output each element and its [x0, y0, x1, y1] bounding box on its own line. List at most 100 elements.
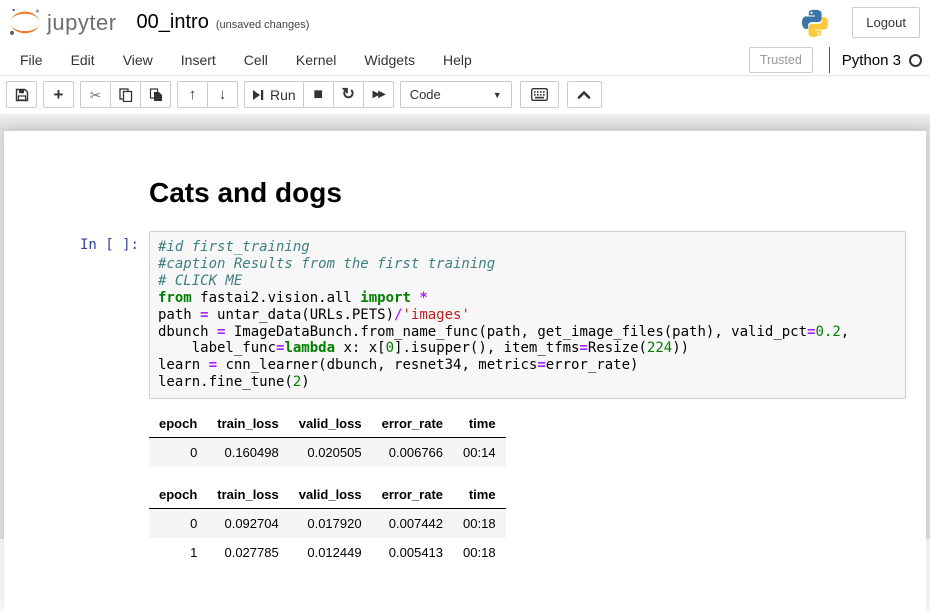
- scroll-up-button[interactable]: [567, 81, 602, 108]
- interrupt-kernel-button[interactable]: ■: [303, 81, 334, 108]
- arrow-up-icon: ↑: [189, 87, 197, 102]
- epoch-metrics-table: epochtrain_lossvalid_losserror_ratetime0…: [149, 481, 506, 567]
- table-cell: 0: [149, 509, 207, 539]
- restart-icon: ↻: [341, 87, 354, 103]
- table-cell: 0.020505: [289, 438, 372, 468]
- code-token: 0: [386, 340, 394, 356]
- jupyter-logo[interactable]: jupyter: [8, 7, 117, 38]
- notebook-site: Cats and dogs In [ ]: #id first_training…: [0, 114, 930, 539]
- save-button[interactable]: [6, 81, 37, 108]
- code-token: learn.fine_tune(: [158, 374, 293, 390]
- kernel-divider: [829, 47, 830, 73]
- markdown-cell-prompt: [24, 163, 149, 217]
- code-token: lambda: [284, 340, 335, 356]
- code-token: error_rate): [546, 357, 639, 373]
- markdown-cell[interactable]: Cats and dogs: [19, 158, 911, 222]
- cut-cell-button[interactable]: ✂: [80, 81, 111, 108]
- code-token: fastai2.vision.all: [192, 290, 361, 306]
- code-token: ): [301, 374, 309, 390]
- code-line: dbunch = ImageDataBunch.from_name_func(p…: [158, 324, 897, 341]
- code-line: #caption Results from the first training: [158, 256, 897, 273]
- menu-item-insert[interactable]: Insert: [167, 46, 230, 74]
- menu-item-file[interactable]: File: [6, 46, 57, 74]
- restart-run-all-button[interactable]: ▶▶: [363, 81, 394, 108]
- code-token: 'images': [402, 307, 469, 323]
- cell-type-value: Code: [410, 87, 441, 102]
- notebook-container: Cats and dogs In [ ]: #id first_training…: [4, 131, 926, 611]
- code-editor[interactable]: #id first_training#caption Results from …: [149, 231, 906, 399]
- checkpoint-status: (unsaved changes): [216, 14, 310, 31]
- code-token: x: x[: [335, 340, 386, 356]
- code-token: =: [537, 357, 545, 373]
- chevron-up-icon: [577, 90, 591, 99]
- code-token: =: [579, 340, 587, 356]
- table-cell: 0.017920: [289, 509, 372, 539]
- menu-item-edit[interactable]: Edit: [57, 46, 109, 74]
- code-token: import: [360, 290, 411, 306]
- table-row: 00.0927040.0179200.00744200:18: [149, 509, 506, 539]
- menu-item-widgets[interactable]: Widgets: [350, 46, 429, 74]
- code-line: learn = cnn_learner(dbunch, resnet34, me…: [158, 357, 897, 374]
- table-row: 00.1604980.0205050.00676600:14: [149, 438, 506, 468]
- command-palette-button[interactable]: [520, 81, 559, 108]
- paste-icon: [149, 88, 163, 102]
- step-forward-icon: [252, 89, 264, 101]
- output-area: epochtrain_lossvalid_losserror_ratetime0…: [19, 404, 911, 581]
- save-icon: [15, 88, 29, 102]
- code-token: =: [200, 307, 208, 323]
- table-cell: 0.012449: [289, 538, 372, 567]
- column-header-error_rate: error_rate: [372, 481, 453, 509]
- copy-icon: [119, 88, 133, 102]
- cell-type-select[interactable]: Code ▼: [400, 81, 512, 108]
- code-token: learn: [158, 357, 209, 373]
- move-cell-up-button[interactable]: ↑: [177, 81, 208, 108]
- table-cell: 00:18: [453, 538, 506, 567]
- code-token: dbunch: [158, 324, 217, 340]
- logout-button[interactable]: Logout: [852, 7, 920, 38]
- menu-item-help[interactable]: Help: [429, 46, 486, 74]
- code-line: from fastai2.vision.all import *: [158, 290, 897, 307]
- code-token: ImageDataBunch.from_name_func(path, get_…: [225, 324, 807, 340]
- cut-icon: ✂: [90, 88, 102, 102]
- python-logo-icon: [800, 8, 830, 38]
- move-cell-down-button[interactable]: ↓: [207, 81, 238, 108]
- caret-down-icon: ▼: [493, 90, 502, 100]
- code-token: 224: [647, 340, 672, 356]
- code-token: #id first_training: [158, 239, 310, 255]
- column-header-valid_loss: valid_loss: [289, 410, 372, 438]
- column-header-time: time: [453, 481, 506, 509]
- plus-icon: +: [54, 86, 64, 103]
- code-cell[interactable]: In [ ]: #id first_training#caption Resul…: [19, 226, 911, 404]
- fast-forward-icon: ▶▶: [372, 89, 383, 100]
- stop-icon: ■: [313, 87, 323, 103]
- menu-item-cell[interactable]: Cell: [230, 46, 282, 74]
- paste-cell-button[interactable]: [140, 81, 171, 108]
- insert-cell-button[interactable]: +: [43, 81, 74, 108]
- menu-item-kernel[interactable]: Kernel: [282, 46, 350, 74]
- kernel-idle-icon: [909, 54, 922, 67]
- code-token: # CLICK ME: [158, 273, 242, 289]
- table-cell: 00:18: [453, 509, 506, 539]
- column-header-train_loss: train_loss: [207, 410, 288, 438]
- notebook-title[interactable]: 00_intro: [137, 11, 209, 34]
- column-header-time: time: [453, 410, 506, 438]
- input-prompt: In [ ]:: [24, 231, 149, 399]
- output-prompt: [24, 406, 149, 581]
- table-cell: 0.005413: [372, 538, 453, 567]
- epoch-metrics-table: epochtrain_lossvalid_losserror_ratetime0…: [149, 410, 506, 467]
- menubar-items: FileEditViewInsertCellKernelWidgetsHelp: [6, 46, 486, 74]
- code-token: Resize(: [588, 340, 647, 356]
- code-line: learn.fine_tune(2): [158, 374, 897, 391]
- run-cell-button[interactable]: Run: [244, 81, 304, 108]
- copy-cell-button[interactable]: [110, 81, 141, 108]
- restart-kernel-button[interactable]: ↻: [333, 81, 364, 108]
- code-token: ,: [841, 324, 849, 340]
- menu-item-view[interactable]: View: [109, 46, 167, 74]
- keyboard-icon: [531, 88, 548, 101]
- table-cell: 00:14: [453, 438, 506, 468]
- code-token: )): [672, 340, 689, 356]
- table-cell: 0.160498: [207, 438, 288, 468]
- code-line: label_func=lambda x: x[0].isupper(), ite…: [158, 340, 897, 357]
- code-token: =: [209, 357, 217, 373]
- trusted-button[interactable]: Trusted: [749, 47, 813, 73]
